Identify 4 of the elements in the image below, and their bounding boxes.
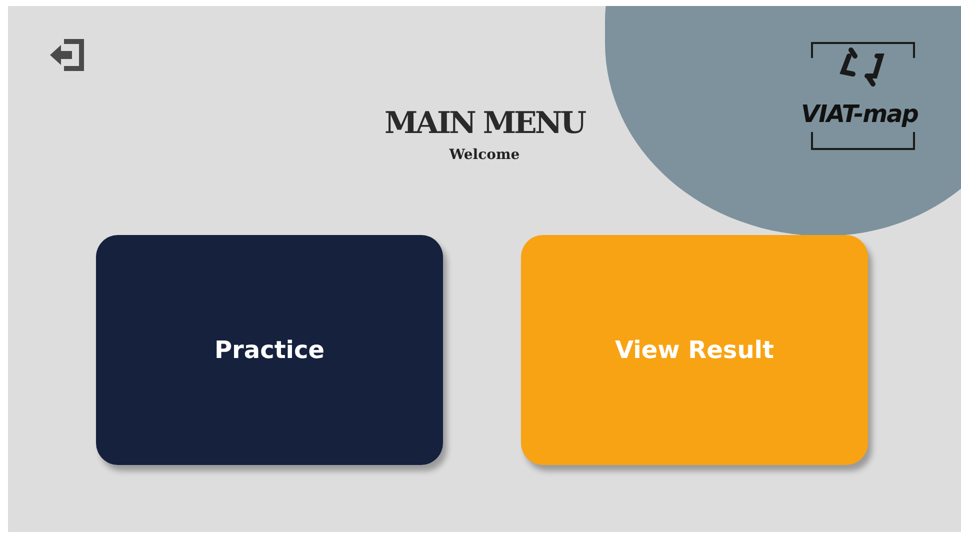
menu-button[interactable]: Practice (96, 235, 443, 465)
welcome-text: Welcome (448, 147, 521, 163)
menu-title: MAIN MENU (384, 106, 585, 141)
logo-text: VIAT-map (801, 100, 918, 128)
